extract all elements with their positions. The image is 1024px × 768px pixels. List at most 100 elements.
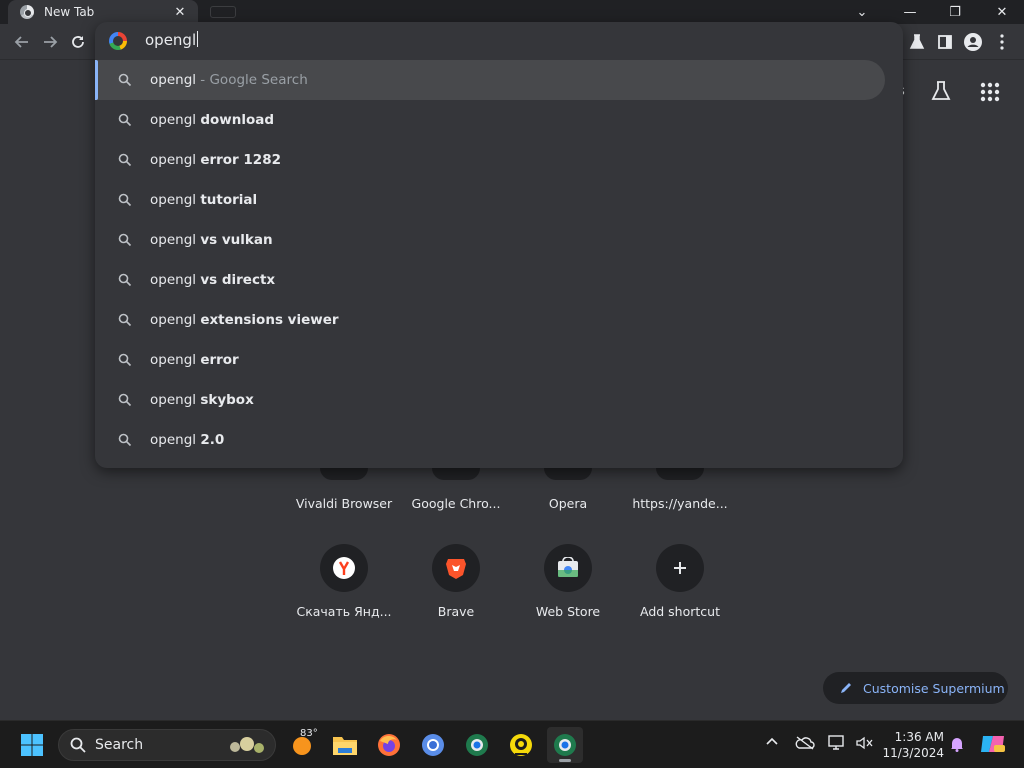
kebab-menu-icon[interactable] — [990, 30, 1014, 54]
suggestion-item[interactable]: opengl vs vulkan — [95, 220, 885, 260]
supermium-active-icon — [554, 734, 576, 756]
customise-button[interactable]: Customise Supermium — [823, 672, 1008, 704]
shortcut-yandex[interactable]: Скачать Янд... — [289, 544, 399, 644]
tab-close-icon[interactable]: ✕ — [172, 5, 188, 20]
suggestion-prefix: opengl — [150, 272, 201, 288]
shortcut-label-opera[interactable]: Opera — [513, 496, 623, 511]
windows-start-button[interactable] — [14, 727, 50, 763]
text-caret — [197, 31, 199, 47]
shortcut-icon-google-chrome[interactable] — [432, 468, 480, 480]
brave-icon — [432, 544, 480, 592]
omnibox-input[interactable]: opengl — [95, 22, 903, 60]
clock-date: 11/3/2024 — [882, 746, 944, 760]
volume-muted-icon[interactable] — [855, 735, 873, 755]
suggestion-item[interactable]: opengl 2.0 — [95, 420, 885, 460]
shortcut-label-yandex-url[interactable]: https://yande... — [625, 496, 735, 511]
minimize-button[interactable]: — — [890, 0, 930, 24]
clock-time: 1:36 AM — [894, 730, 944, 744]
reload-icon — [72, 36, 84, 48]
ntp-labs-icon[interactable] — [930, 80, 954, 104]
taskbar: Search 83° 1:36 AM 11/3/2024 — [0, 720, 1024, 768]
suggestion-completion: extensions viewer — [200, 312, 339, 328]
suggestion-completion: error 1282 — [200, 152, 281, 168]
add-shortcut-label: Add shortcut — [640, 604, 720, 619]
suggestion-item[interactable]: opengl tutorial — [95, 180, 885, 220]
shortcut-web-store[interactable]: Web Store — [513, 544, 623, 644]
suggestion-prefix: opengl — [150, 312, 201, 328]
suggestion-item[interactable]: opengl extensions viewer — [95, 300, 885, 340]
suggestion-completion: tutorial — [200, 192, 258, 208]
weather-widget[interactable]: 83° — [284, 727, 320, 763]
side-panel-icon[interactable] — [933, 30, 957, 54]
suggestion-item[interactable]: opengl skybox — [95, 380, 885, 420]
firefox-icon — [378, 734, 400, 756]
suggestion-prefix: opengl — [150, 112, 201, 128]
tab-search-icon[interactable]: ⌄ — [842, 0, 882, 24]
suggestion-item[interactable]: opengl vs directx — [95, 260, 885, 300]
taskbar-clock[interactable]: 1:36 AM 11/3/2024 — [880, 729, 944, 761]
suggestion-completion: vs directx — [200, 272, 276, 288]
restore-button[interactable]: ❐ — [935, 0, 975, 24]
shortcut-icon-yandex-url[interactable] — [656, 468, 704, 480]
suggestion-suffix: - Google Search — [196, 72, 308, 88]
search-icon — [118, 153, 132, 167]
suggestion-completion: download — [200, 112, 275, 128]
pencil-icon — [841, 683, 851, 693]
folder-icon — [333, 737, 357, 755]
suggestion-prefix: opengl — [150, 352, 201, 368]
omnibox-query: opengl — [145, 31, 197, 49]
suggestion-item[interactable]: opengl - Google Search — [95, 60, 885, 100]
suggestion-item[interactable]: opengl download — [95, 100, 885, 140]
google-apps-icon[interactable] — [979, 81, 1001, 103]
suggestion-completion: skybox — [200, 392, 254, 408]
search-icon — [118, 393, 132, 407]
new-tab-button[interactable] — [210, 6, 236, 18]
plus-icon — [656, 544, 704, 592]
firefox-app[interactable] — [371, 727, 407, 763]
onedrive-offline-icon[interactable] — [795, 735, 815, 755]
search-icon — [118, 353, 132, 367]
chromium-icon — [422, 734, 444, 756]
shortcut-icon-vivaldi[interactable] — [320, 468, 368, 480]
tray-chevron-up-icon[interactable] — [765, 735, 779, 753]
shortcut-label-vivaldi[interactable]: Vivaldi Browser — [289, 496, 399, 511]
search-icon — [118, 233, 132, 247]
taskbar-search-box[interactable]: Search — [58, 729, 276, 761]
search-icon — [118, 113, 132, 127]
forward-arrow-icon — [44, 36, 58, 48]
web-store-icon — [544, 544, 592, 592]
taskbar-search-label: Search — [95, 737, 144, 753]
suggestion-prefix: opengl — [150, 432, 201, 448]
reload-button[interactable] — [66, 30, 90, 54]
add-shortcut-button[interactable]: Add shortcut — [625, 544, 735, 644]
copilot-icon[interactable] — [980, 732, 1006, 760]
labs-icon[interactable] — [905, 30, 929, 54]
display-icon[interactable] — [828, 735, 846, 755]
search-icon — [118, 273, 132, 287]
suggestion-item[interactable]: opengl error — [95, 340, 885, 380]
tab-new-tab[interactable]: New Tab ✕ — [8, 0, 198, 24]
customise-label: Customise Supermium — [863, 680, 1005, 696]
shortcut-label-google-chrome[interactable]: Google Chro... — [401, 496, 511, 511]
poe-app[interactable] — [503, 727, 539, 763]
shortcut-icon-opera[interactable] — [544, 468, 592, 480]
close-window-button[interactable]: ✕ — [982, 0, 1022, 24]
shortcut-label-yandex: Скачать Янд... — [296, 604, 392, 619]
supermium-app-pinned[interactable] — [459, 727, 495, 763]
back-button[interactable] — [10, 30, 34, 54]
forward-button[interactable] — [38, 30, 62, 54]
profile-icon[interactable] — [961, 30, 985, 54]
supermium-app-active[interactable] — [547, 727, 583, 763]
search-icon — [118, 313, 132, 327]
suggestion-item[interactable]: opengl error 1282 — [95, 140, 885, 180]
chrome-favicon-icon — [20, 5, 34, 19]
notification-bell-icon[interactable] — [950, 736, 964, 756]
yandex-icon — [320, 544, 368, 592]
shortcut-label-brave: Brave — [437, 604, 475, 619]
chromium-app[interactable] — [415, 727, 451, 763]
suggestion-completion: 2.0 — [200, 432, 225, 448]
file-explorer-app[interactable] — [327, 727, 363, 763]
search-icon — [118, 193, 132, 207]
search-icon — [118, 73, 132, 87]
shortcut-brave[interactable]: Brave — [401, 544, 511, 644]
